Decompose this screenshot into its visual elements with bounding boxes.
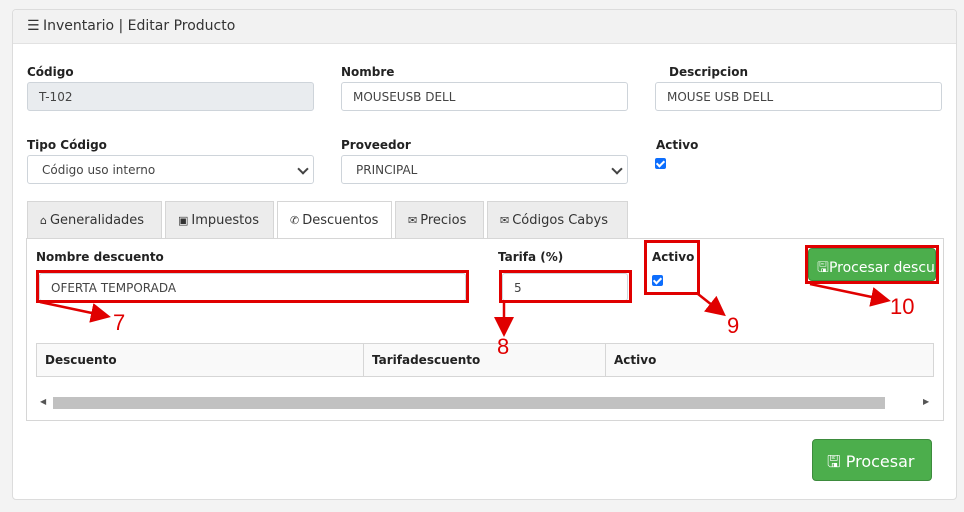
annotation-label-7: 7 [113,310,126,335]
arrow-7 [39,300,111,323]
arrow-10 [809,282,891,307]
arrow-9 [697,293,726,317]
annotation-label-8: 8 [497,334,510,359]
annotation-label-9: 9 [727,313,740,338]
annotation-arrows [39,282,891,337]
annotation-label-10: 10 [890,294,915,319]
